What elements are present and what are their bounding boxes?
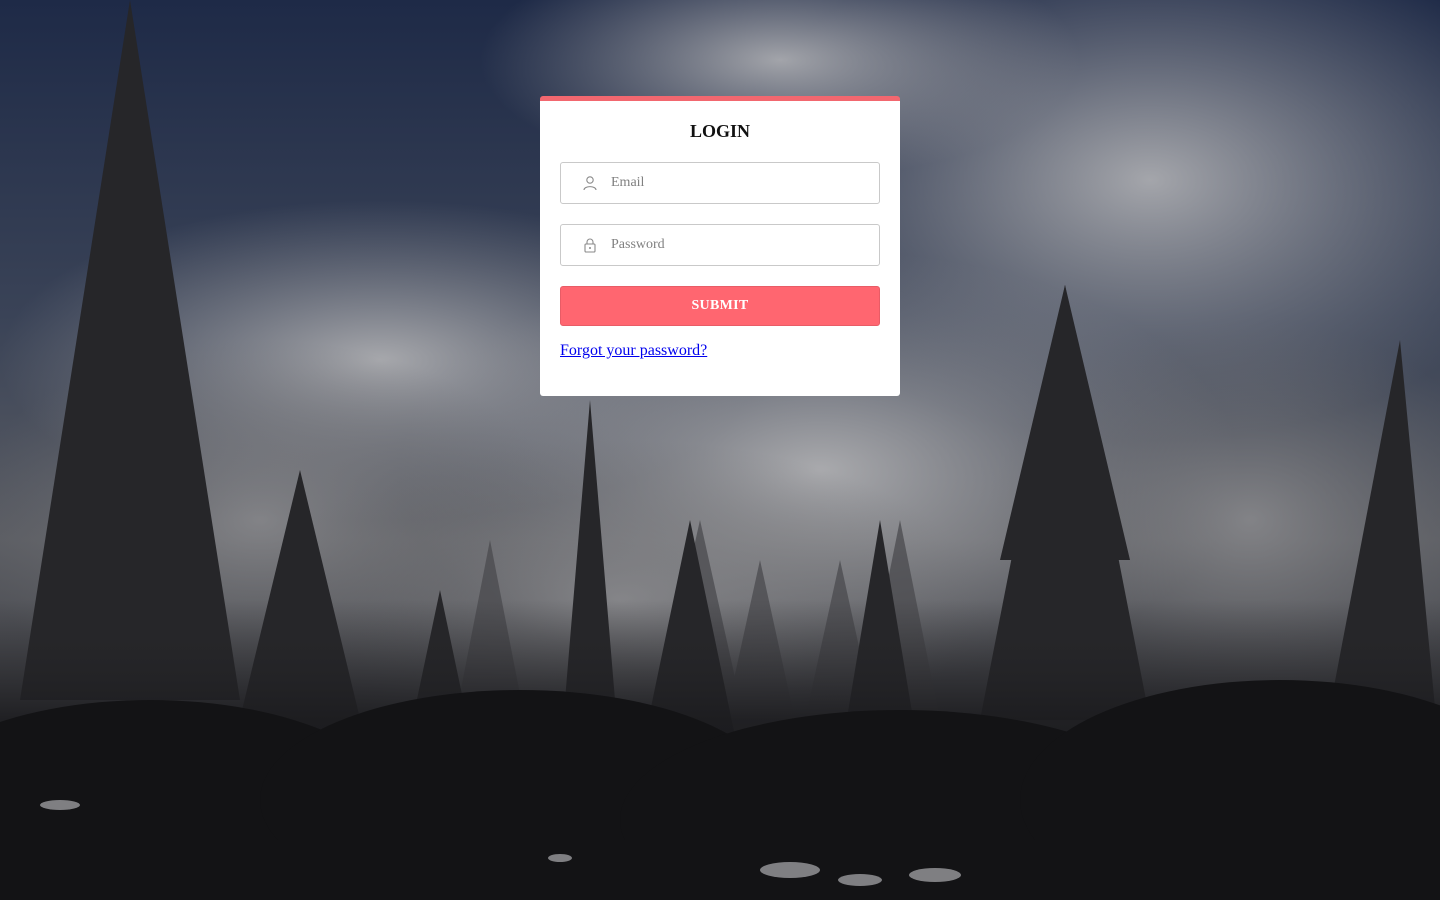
login-title: LOGIN bbox=[689, 121, 750, 141]
password-input[interactable] bbox=[611, 225, 876, 265]
user-icon bbox=[582, 175, 598, 191]
email-field[interactable] bbox=[560, 162, 880, 204]
forgot-password-link[interactable]: Forgot your password? bbox=[560, 342, 707, 360]
submit-button[interactable]: SUBMIT bbox=[560, 286, 880, 326]
email-input[interactable] bbox=[611, 163, 876, 203]
login-card: LOGIN SUBMIT Forgot your password? bbox=[540, 96, 900, 396]
lock-icon bbox=[582, 237, 598, 253]
password-field[interactable] bbox=[560, 224, 880, 266]
